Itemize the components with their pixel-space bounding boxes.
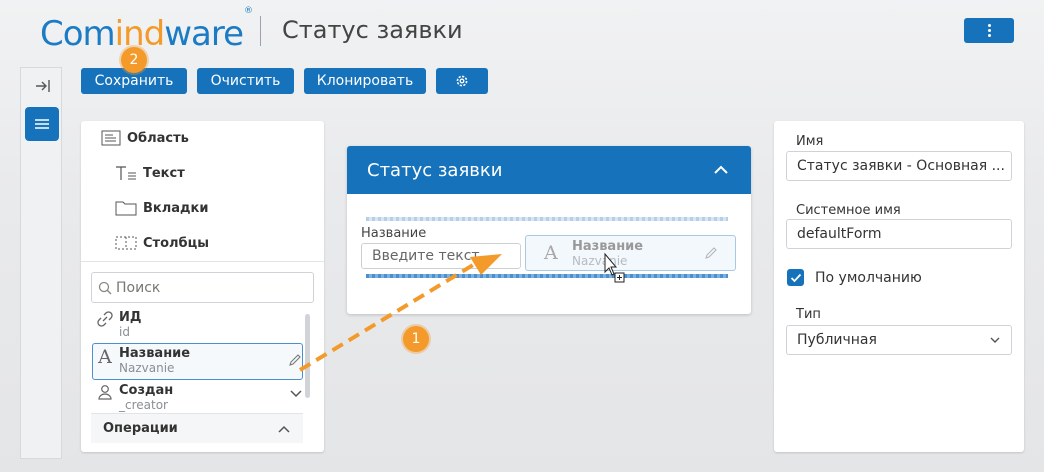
form-header[interactable]: Статус заявки — [347, 146, 751, 194]
page-title: Статус заявки — [282, 16, 463, 44]
type-label: Тип — [796, 307, 821, 322]
name-value: Статус заявки - Основная ... — [797, 158, 1005, 174]
form-field-label: Название — [361, 226, 427, 241]
drop-zone-indicator — [366, 274, 728, 278]
default-checkbox[interactable] — [787, 269, 804, 286]
list-icon — [35, 119, 49, 129]
form-text-field[interactable]: Введите текст — [361, 243, 521, 269]
palette-divider — [81, 261, 324, 262]
settings-button[interactable] — [436, 68, 488, 94]
logo-part-ware: ware — [164, 14, 244, 54]
user-icon — [91, 383, 119, 401]
form-title: Статус заявки — [367, 159, 503, 181]
name-label: Имя — [796, 134, 824, 149]
list-item[interactable]: ИД id — [91, 310, 303, 339]
palette-item-label: Вкладки — [143, 200, 209, 216]
text-icon — [116, 166, 136, 180]
default-checkbox-label: По умолчанию — [815, 270, 922, 286]
palette-item-tabs[interactable]: Вкладки — [115, 200, 208, 216]
collapse-chevron-icon[interactable] — [713, 164, 729, 176]
field-name: Создан — [119, 383, 174, 398]
chevron-up-icon — [278, 425, 290, 433]
name-field[interactable]: Статус заявки - Основная ... — [786, 151, 1012, 181]
chevron-down-icon[interactable] — [289, 389, 303, 399]
checkmark-icon — [790, 273, 801, 282]
clear-button[interactable]: Очистить — [197, 68, 294, 94]
element-palette: Область Текст Вкладки Столбцы Поиск ИД i… — [81, 121, 324, 452]
edit-pencil-icon[interactable] — [287, 352, 303, 368]
field-name: ИД — [119, 310, 142, 325]
palette-item-label: Область — [127, 130, 189, 146]
palette-item-area[interactable]: Область — [101, 130, 189, 146]
search-placeholder: Поиск — [116, 279, 161, 296]
palette-item-columns[interactable]: Столбцы — [115, 235, 209, 251]
form-field-placeholder: Введите текст — [372, 248, 480, 264]
field-system-name: id — [119, 325, 130, 339]
clone-button-label: Клонировать — [316, 73, 414, 89]
system-name-field[interactable]: defaultForm — [786, 219, 1012, 249]
system-name-label: Системное имя — [796, 203, 901, 218]
form-canvas: Статус заявки Название Введите текст — [347, 146, 751, 314]
text-a-icon: A — [98, 346, 112, 368]
search-icon — [98, 281, 112, 294]
clone-button[interactable]: Клонировать — [304, 68, 426, 94]
field-system-name: _creator — [119, 398, 168, 412]
palette-item-text[interactable]: Текст — [115, 165, 185, 181]
logo-registered-mark: ® — [244, 5, 253, 16]
more-menu-button[interactable] — [964, 18, 1014, 43]
ghost-field-name: Название — [572, 239, 644, 254]
type-select[interactable]: Публичная — [786, 325, 1012, 355]
drop-zone-top — [366, 217, 728, 221]
scrollbar[interactable] — [305, 314, 310, 398]
callout-badge-drag: 1 — [403, 326, 429, 352]
clear-button-label: Очистить — [210, 73, 281, 89]
columns-icon — [115, 236, 137, 250]
search-input[interactable]: Поиск — [91, 272, 314, 303]
system-name-value: defaultForm — [797, 226, 882, 242]
drag-ghost-field: A Название Nazvanie — [525, 235, 736, 271]
area-icon — [101, 130, 121, 146]
save-button-label: Сохранить — [94, 73, 174, 89]
tabs-icon — [115, 201, 137, 216]
operations-section[interactable]: Операции — [91, 413, 303, 443]
comindware-logo: Comindware® — [40, 6, 253, 54]
header-divider — [260, 16, 261, 46]
logo-part-com: Com — [40, 14, 116, 54]
operations-label: Операции — [103, 421, 178, 436]
gear-icon — [456, 75, 468, 87]
expand-sidebar-icon[interactable] — [34, 78, 52, 94]
ghost-field-system: Nazvanie — [572, 254, 628, 268]
text-a-icon: A — [544, 242, 558, 264]
palette-item-label: Текст — [143, 165, 185, 181]
link-icon — [91, 310, 119, 328]
field-system-name: Nazvanie — [119, 361, 175, 375]
palette-item-label: Столбцы — [143, 235, 209, 251]
properties-panel: Имя Статус заявки - Основная ... Системн… — [774, 121, 1024, 452]
left-rail — [20, 67, 62, 459]
list-item[interactable]: Создан _creator — [91, 383, 303, 412]
kebab-menu-icon — [987, 24, 991, 37]
list-item[interactable]: A Название Nazvanie — [91, 346, 303, 375]
chevron-down-icon — [990, 337, 1000, 343]
field-name: Название — [119, 346, 191, 361]
edit-pencil-icon — [705, 247, 717, 259]
type-value: Публичная — [797, 332, 877, 348]
callout-badge-save: 2 — [121, 47, 147, 73]
form-structure-button[interactable] — [25, 107, 59, 141]
